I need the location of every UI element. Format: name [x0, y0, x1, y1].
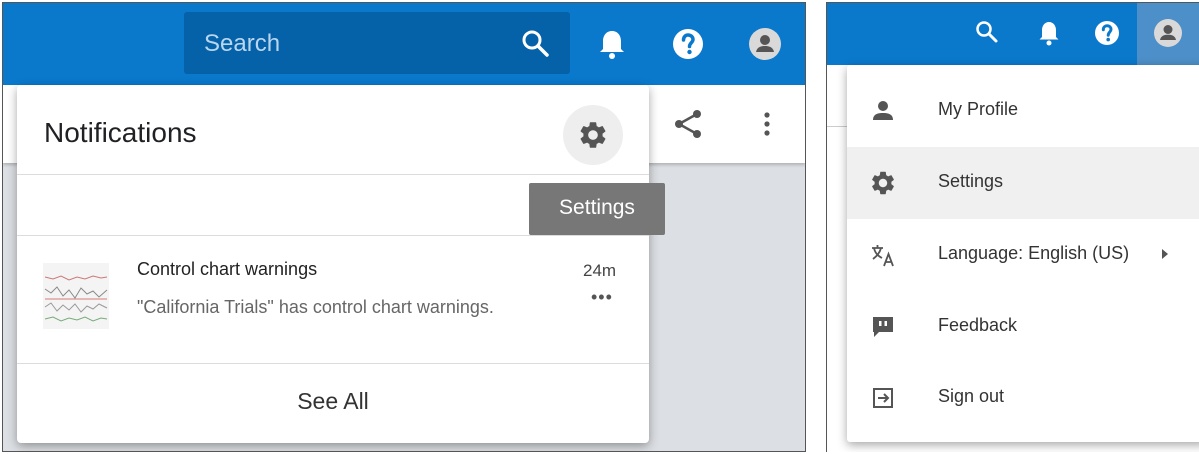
- bell-icon[interactable]: [595, 27, 629, 61]
- share-icon[interactable]: [671, 107, 705, 141]
- menu-item-label: Sign out: [938, 386, 1005, 406]
- notification-more-button[interactable]: •••: [591, 287, 613, 308]
- gear-icon: [872, 171, 894, 195]
- user-menu: My Profile Settings Language: English (U…: [847, 65, 1199, 442]
- menu-item-label: Feedback: [938, 315, 1018, 335]
- bell-icon[interactable]: [1035, 19, 1063, 47]
- see-all-button[interactable]: See All: [17, 388, 649, 415]
- divider: [17, 363, 649, 364]
- avatar-button[interactable]: [1137, 3, 1199, 65]
- notification-settings-button[interactable]: [563, 105, 623, 165]
- menu-item-language[interactable]: Language: English (US): [847, 219, 1199, 291]
- translate-icon: [872, 245, 894, 267]
- feedback-icon: [873, 317, 893, 337]
- search-input[interactable]: Search: [204, 30, 280, 58]
- menu-item-feedback[interactable]: Feedback: [847, 291, 1199, 363]
- avatar-icon[interactable]: [748, 27, 782, 61]
- top-bar: [827, 3, 1199, 65]
- search-icon[interactable]: [973, 18, 1001, 46]
- search-icon[interactable]: [520, 28, 550, 58]
- left-panel: Search Notifications Control chart warni…: [2, 2, 806, 452]
- help-icon[interactable]: [1093, 19, 1121, 47]
- notification-body: "California Trials" has control chart wa…: [137, 297, 494, 317]
- notification-time: 24m: [583, 261, 617, 280]
- notifications-title: Notifications: [44, 117, 197, 148]
- help-icon[interactable]: [671, 27, 705, 61]
- menu-item-label: Settings: [938, 171, 1004, 191]
- menu-item-my-profile[interactable]: My Profile: [847, 75, 1199, 147]
- chart-thumbnail[interactable]: [43, 263, 109, 329]
- notification-title[interactable]: Control chart warnings: [137, 259, 317, 280]
- avatar-icon: [1154, 19, 1182, 47]
- notifications-popover: Notifications Control chart warnings 24m…: [17, 85, 649, 443]
- person-icon: [873, 101, 893, 120]
- gear-icon: [580, 122, 606, 148]
- caret-right-icon: [1162, 249, 1168, 259]
- screenshot-stage: Search Notifications Control chart warni…: [0, 0, 1199, 454]
- right-panel: My Profile Settings Language: English (U…: [826, 2, 1199, 452]
- background-strip: [827, 65, 849, 127]
- sign-out-icon: [873, 388, 893, 408]
- more-vert-icon[interactable]: [755, 107, 779, 141]
- divider: [17, 174, 649, 175]
- top-bar: Search: [3, 3, 805, 85]
- settings-tooltip: Settings: [529, 183, 665, 235]
- menu-item-label: Language: English (US): [938, 243, 1130, 263]
- search-box[interactable]: Search: [184, 12, 570, 74]
- divider: [17, 235, 649, 236]
- menu-item-label: My Profile: [938, 99, 1019, 119]
- menu-item-sign-out[interactable]: Sign out: [847, 362, 1199, 434]
- menu-item-settings[interactable]: Settings: [847, 147, 1199, 219]
